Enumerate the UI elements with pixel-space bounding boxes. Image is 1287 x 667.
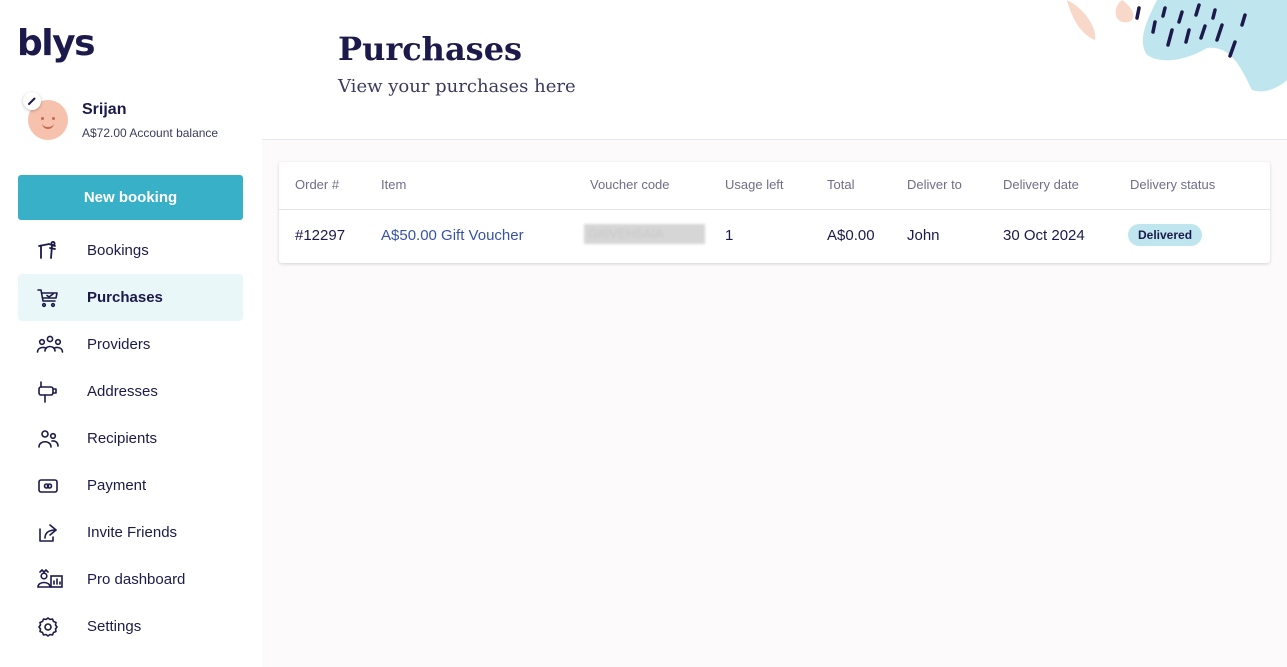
sidebar-item-label: Pro dashboard [87, 571, 186, 588]
blys-logo[interactable]: blys [17, 22, 96, 66]
usage-left: 1 [725, 227, 734, 244]
sidebar-item-purchases[interactable]: Purchases [18, 274, 243, 321]
voucher-code[interactable]: GI6VEH5AIA [584, 224, 705, 244]
column-header-total: Total [827, 177, 855, 192]
sidebar-item-label: Providers [87, 336, 151, 353]
table-row[interactable]: #12297 A$50.00 Gift Voucher GI6VEH5AIA 1… [279, 210, 1270, 263]
column-header-delivery-date: Delivery date [1003, 177, 1079, 192]
sidebar-item-addresses[interactable]: Addresses [18, 368, 243, 415]
page-subtitle: View your purchases here [338, 76, 576, 97]
total: A$0.00 [827, 227, 875, 244]
sidebar-item-bookings[interactable]: Bookings [18, 227, 243, 274]
sidebar-nav: Bookings Purchases Providers Addresses R… [18, 227, 243, 650]
deliver-to: John [907, 227, 940, 244]
order-number: #12297 [295, 227, 346, 244]
payment-card-icon [36, 474, 60, 498]
user-profile: Srijan A$72.00 Account balance [22, 92, 252, 148]
sidebar-item-label: Payment [87, 477, 147, 494]
account-balance: A$72.00 Account balance [82, 126, 219, 140]
sidebar-item-providers[interactable]: Providers [18, 321, 243, 368]
sidebar-item-label: Bookings [87, 242, 149, 259]
people-group-icon [36, 333, 64, 357]
table-header: Order # Item Voucher code Usage left Tot… [279, 162, 1270, 210]
share-icon [36, 521, 60, 545]
sidebar-item-label: Recipients [87, 430, 158, 447]
sidebar-item-recipients[interactable]: Recipients [18, 415, 243, 462]
users-icon [36, 427, 60, 451]
sidebar: blys Srijan A$72.00 Account balance New … [0, 0, 262, 667]
sidebar-item-label: Invite Friends [87, 524, 178, 541]
sidebar-item-label: Addresses [87, 383, 158, 400]
decorative-illustration [1067, 0, 1287, 92]
sidebar-item-payment[interactable]: Payment [18, 462, 243, 509]
pro-dashboard-icon [36, 568, 63, 592]
cart-check-icon [36, 286, 60, 310]
edit-avatar-icon[interactable] [23, 92, 41, 110]
column-header-order: Order # [295, 177, 340, 192]
column-header-deliver-to: Deliver to [907, 177, 962, 192]
sidebar-item-label: Purchases [87, 289, 163, 306]
page-title: Purchases [338, 30, 523, 68]
status-badge: Delivered [1128, 224, 1203, 246]
massage-table-icon [36, 239, 60, 263]
column-header-item: Item [381, 177, 407, 192]
new-booking-button[interactable]: New booking [18, 175, 243, 220]
column-header-usage-left: Usage left [725, 177, 784, 192]
page-header: Purchases View your purchases here [262, 0, 1287, 140]
gear-icon [36, 615, 60, 639]
column-header-delivery-status: Delivery status [1130, 177, 1216, 192]
user-name: Srijan [82, 101, 127, 118]
sidebar-item-settings[interactable]: Settings [18, 603, 243, 650]
item-link[interactable]: A$50.00 Gift Voucher [381, 227, 524, 244]
mailbox-icon [36, 380, 60, 404]
purchases-table: Order # Item Voucher code Usage left Tot… [279, 162, 1270, 263]
delivery-date: 30 Oct 2024 [1003, 227, 1085, 244]
purchases-content: Order # Item Voucher code Usage left Tot… [262, 140, 1287, 667]
column-header-voucher-code: Voucher code [590, 177, 670, 192]
sidebar-item-invite-friends[interactable]: Invite Friends [18, 509, 243, 556]
sidebar-item-label: Settings [87, 618, 142, 635]
sidebar-item-pro-dashboard[interactable]: Pro dashboard [18, 556, 243, 603]
